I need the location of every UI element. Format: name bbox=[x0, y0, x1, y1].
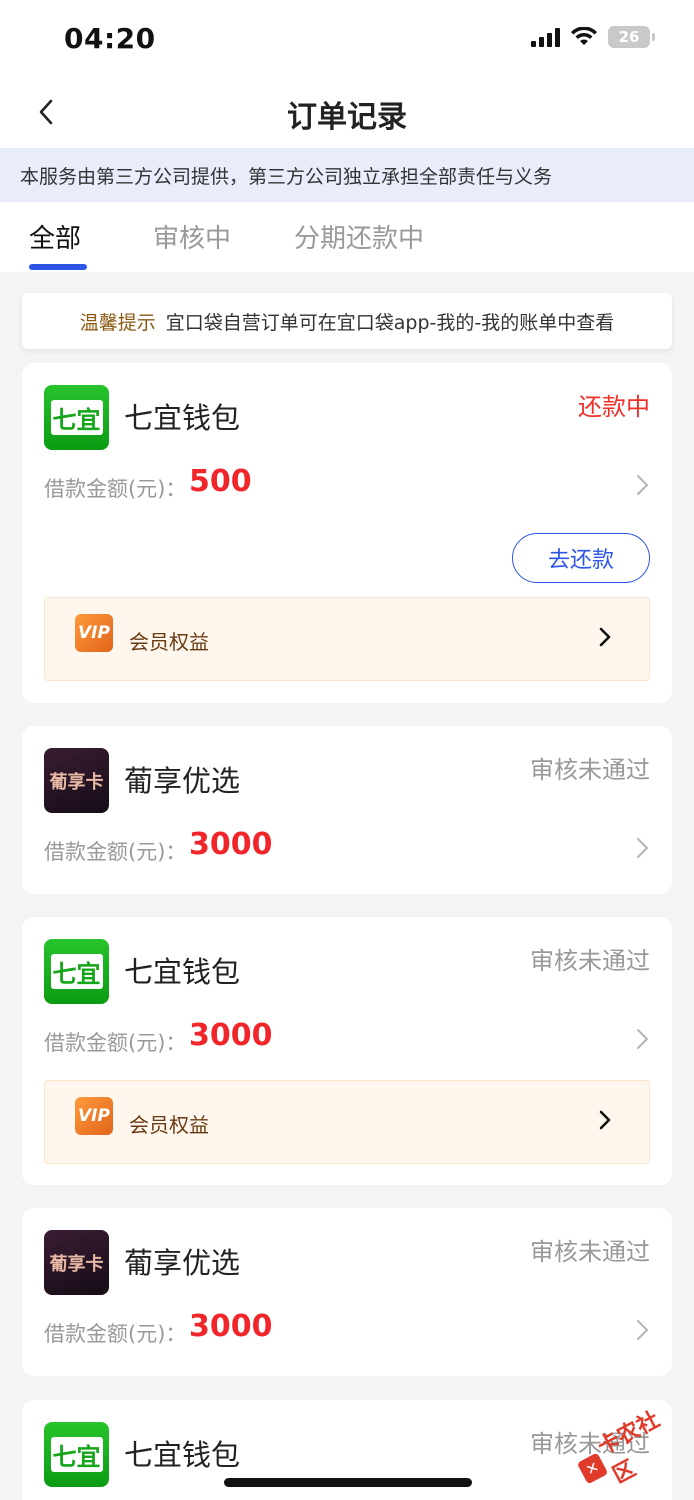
vip-benefits-row[interactable]: VIP 会员权益 bbox=[44, 1080, 650, 1164]
amount-label: 借款金额(元)： bbox=[44, 477, 187, 501]
tip-label: 温馨提示 bbox=[79, 311, 156, 334]
order-status: 审核未通过 bbox=[530, 947, 650, 975]
order-status: 还款中 bbox=[578, 393, 650, 421]
merchant-logo: 葡享卡 bbox=[44, 748, 109, 813]
amount-label: 借款金额(元)： bbox=[44, 1031, 187, 1055]
order-status: 审核未通过 bbox=[530, 1238, 650, 1266]
order-status: 审核未通过 bbox=[530, 756, 650, 784]
tab-installment[interactable]: 分期还款中 bbox=[294, 218, 424, 255]
vip-icon: VIP bbox=[75, 614, 113, 652]
chevron-right-icon bbox=[637, 838, 648, 858]
merchant-name: 七宜钱包 bbox=[124, 955, 241, 989]
chevron-right-icon bbox=[599, 627, 611, 647]
chevron-right-icon bbox=[637, 1320, 648, 1340]
tab-reviewing[interactable]: 审核中 bbox=[153, 218, 231, 255]
status-icons: 26 bbox=[531, 26, 655, 48]
order-card[interactable]: 七宜 七宜钱包 还款中 借款金额(元)： 500 去还款 VIP 会员权益 bbox=[22, 363, 672, 703]
amount-label: 借款金额(元)： bbox=[44, 840, 187, 864]
tab-all[interactable]: 全部 bbox=[29, 218, 81, 255]
merchant-name: 七宜钱包 bbox=[124, 1438, 241, 1472]
tab-indicator bbox=[29, 264, 87, 270]
amount-value: 3000 bbox=[189, 827, 273, 862]
vip-label: 会员权益 bbox=[129, 630, 209, 654]
vip-icon: VIP bbox=[75, 1097, 113, 1135]
merchant-name: 七宜钱包 bbox=[124, 401, 241, 435]
nav-bar: 订单记录 bbox=[0, 78, 694, 148]
merchant-logo: 七宜 bbox=[44, 385, 109, 450]
page-title: 订单记录 bbox=[287, 100, 407, 135]
merchant-name: 葡享优选 bbox=[124, 764, 241, 798]
chevron-right-icon bbox=[637, 1029, 648, 1049]
order-card[interactable]: 七宜 七宜钱包 审核未通过 借款金额(元)： 3000 VIP 会员权益 bbox=[22, 917, 672, 1185]
amount-value: 3000 bbox=[189, 1018, 273, 1053]
vip-label: 会员权益 bbox=[129, 1113, 209, 1137]
merchant-name: 葡享优选 bbox=[124, 1246, 241, 1280]
chevron-right-icon bbox=[599, 1110, 611, 1130]
merchant-logo: 葡享卡 bbox=[44, 1230, 109, 1295]
amount-value: 3000 bbox=[189, 1309, 273, 1344]
chevron-right-icon bbox=[637, 475, 648, 495]
status-time: 04:20 bbox=[64, 22, 156, 55]
status-bar: 04:20 26 bbox=[0, 0, 694, 78]
notice-banner: 本服务由第三方公司提供，第三方公司独立承担全部责任与义务 bbox=[0, 148, 694, 202]
tip-text: 宜口袋自营订单可在宜口袋app-我的-我的账单中查看 bbox=[165, 311, 615, 334]
merchant-logo: 七宜 bbox=[44, 1422, 109, 1487]
tip-card: 温馨提示 宜口袋自营订单可在宜口袋app-我的-我的账单中查看 bbox=[22, 293, 672, 349]
home-indicator bbox=[224, 1478, 472, 1487]
wifi-icon bbox=[571, 27, 597, 45]
order-card[interactable]: 葡享卡 葡享优选 审核未通过 借款金额(元)： 3000 bbox=[22, 726, 672, 894]
battery-level: 26 bbox=[618, 28, 640, 46]
amount-value: 500 bbox=[189, 464, 252, 499]
battery-icon: 26 bbox=[608, 26, 655, 48]
repay-button[interactable]: 去还款 bbox=[512, 533, 650, 583]
merchant-logo: 七宜 bbox=[44, 939, 109, 1004]
vip-benefits-row[interactable]: VIP 会员权益 bbox=[44, 597, 650, 681]
signal-icon bbox=[531, 27, 560, 47]
tab-bar: 全部 审核中 分期还款中 bbox=[0, 202, 694, 272]
amount-label: 借款金额(元)： bbox=[44, 1322, 187, 1346]
order-card[interactable]: 葡享卡 葡享优选 审核未通过 借款金额(元)： 3000 bbox=[22, 1208, 672, 1376]
